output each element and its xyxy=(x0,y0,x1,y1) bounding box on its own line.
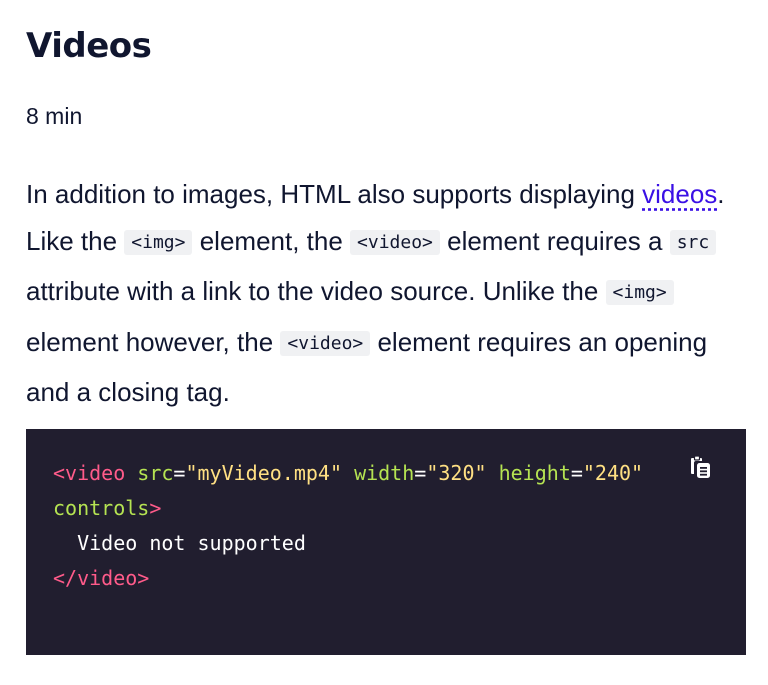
videos-link[interactable]: videos xyxy=(642,179,717,209)
code-token-string: "myVideo.mp4" xyxy=(185,461,343,485)
code-token-equals: = xyxy=(570,461,583,485)
paragraph-text: In addition to images, HTML also support… xyxy=(26,179,643,209)
inline-code-video: <video> xyxy=(350,229,440,255)
code-token-string: "320" xyxy=(426,461,487,485)
code-token-equals: = xyxy=(173,461,186,485)
code-token-tag: > xyxy=(149,496,162,520)
inline-code-img: <img> xyxy=(605,280,674,306)
inline-code-video: <video> xyxy=(280,330,371,356)
code-token-tag: </video> xyxy=(53,566,150,590)
paragraph-text: element, the xyxy=(192,225,351,256)
page-title: Videos xyxy=(26,26,152,66)
code-token-attr: src xyxy=(137,461,174,485)
reading-duration: 8 min xyxy=(26,103,83,129)
inline-code-img: <img> xyxy=(124,229,193,255)
paragraph-text: attribute with a link to the video sourc… xyxy=(26,276,606,307)
code-token-equals: = xyxy=(414,461,427,485)
lesson-paragraph: In addition to images, HTML also support… xyxy=(26,171,746,416)
paragraph-text: element however, the xyxy=(26,326,281,357)
code-block: <video src="myVideo.mp4" width="320" hei… xyxy=(26,429,746,655)
code-token-tag: <video xyxy=(53,461,126,485)
copy-icon xyxy=(691,455,710,478)
code-token-string: "240" xyxy=(582,461,644,485)
code-token-attr: controls xyxy=(53,496,150,520)
copy-code-button[interactable] xyxy=(686,452,716,482)
code-token-attr: width xyxy=(354,461,415,485)
paragraph-text: element requires a xyxy=(439,225,670,256)
code-token-attr: height xyxy=(498,461,571,485)
code-content: <video src="myVideo.mp4" width="320" hei… xyxy=(53,456,643,596)
inline-code-src: src xyxy=(669,229,717,255)
code-token-text: Video not supported xyxy=(53,531,306,555)
